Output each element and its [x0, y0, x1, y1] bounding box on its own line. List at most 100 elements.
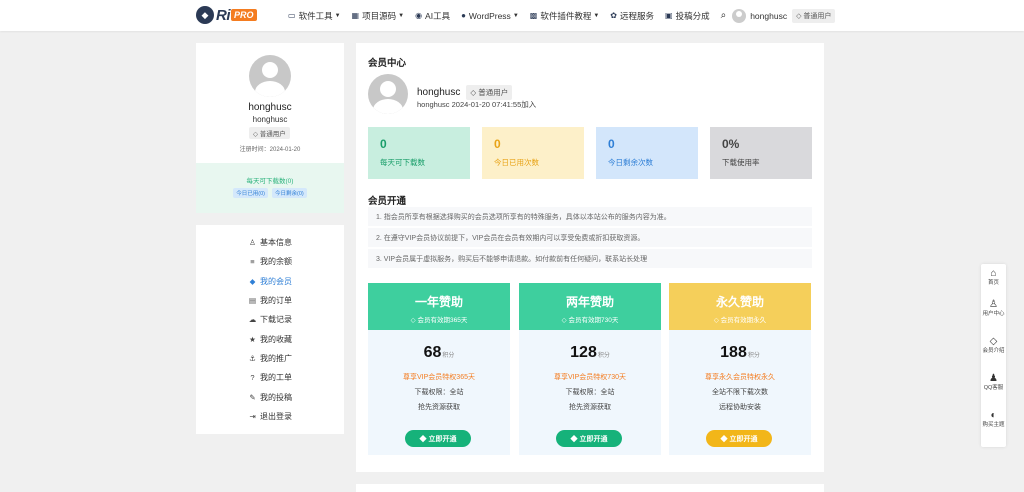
sidebar-item-balance[interactable]: ≡ 我的余额: [196, 252, 344, 271]
plan-price-value: 68: [423, 344, 442, 361]
profile-avatar: [249, 55, 291, 97]
top-header: ◆ Ri PRO ▭ 软件工具 ▼ ▦ 项目源码 ▼ ◉ AI工具 ● Word…: [0, 0, 1024, 31]
plan-feature: 抢先资源获取: [569, 404, 611, 411]
plan-price: 188积分: [669, 344, 811, 362]
float-item-qq-support[interactable]: ♟ QQ客服: [981, 373, 1006, 392]
float-item-label: 用户中心: [982, 311, 1005, 317]
plan-price-value: 128: [570, 344, 597, 361]
sidebar-item-tickets[interactable]: ? 我的工单: [196, 368, 344, 387]
user-menu: ♙ 基本信息 ≡ 我的余额 ◆ 我的会员 ▤ 我的订单 ☁ 下载记录 ★ 我的收藏 ⚓ 我的推广? 我的工单…: [196, 225, 344, 434]
edit-icon: ✎: [249, 392, 256, 402]
open-membership-button[interactable]: ◆ 立即开通: [706, 430, 772, 447]
stat-used-today: 0 今日已用次数: [482, 127, 584, 179]
float-item-member-intro[interactable]: ◇ 会员介绍: [981, 336, 1006, 355]
plan-price-unit: 积分: [747, 353, 760, 359]
chevron-down-icon: ▼: [398, 12, 405, 19]
plan-price-value: 188: [720, 344, 747, 361]
plan-highlight: 尊享VIP会员特权730天: [554, 374, 626, 381]
nav-item-source-code[interactable]: ▦ 项目源码 ▼: [352, 10, 405, 22]
sidebar-item-logout[interactable]: ⇥ 退出登录: [196, 407, 344, 426]
sidebar-item-submissions[interactable]: ✎ 我的投稿: [196, 387, 344, 406]
sidebar-item-favorites[interactable]: ★ 我的收藏: [196, 329, 344, 348]
nav-item-software-tools[interactable]: ▭ 软件工具 ▼: [288, 10, 341, 22]
sidebar-item-promotion[interactable]: ⚓ 我的推广: [196, 349, 344, 368]
plan-highlight: 尊享永久会员特权永久: [705, 374, 775, 381]
chevron-down-icon: ▼: [512, 12, 519, 19]
stat-remaining-today: 0 今日剩余次数: [596, 127, 698, 179]
plan-one-year: 一年赞助 ◇ 会员有效期365天 68积分 尊享VIP会员特权365天 下载权限…: [368, 283, 510, 455]
profile-register-date: 注册时间：2024-01-20: [239, 147, 301, 153]
nav-label: 远程服务: [620, 10, 655, 21]
plan-validity: ◇ 会员有效期永久: [713, 317, 767, 324]
ai-icon: ◉: [415, 11, 423, 20]
diamond-icon: ◆: [249, 276, 256, 286]
stat-value: 0: [494, 137, 501, 151]
stat-label: 下载使用率: [722, 158, 760, 167]
sidebar-item-label: 我的投稿: [260, 392, 292, 402]
nav-item-plugin-tutorials[interactable]: ▩ 软件插件教程 ▼: [530, 10, 600, 22]
sidebar-item-label: 我的订单: [260, 296, 292, 306]
float-item-buy-theme[interactable]: ◐ 购买主题: [981, 410, 1006, 429]
float-item-home[interactable]: ⌂ 首页: [981, 268, 1006, 287]
avatar[interactable]: [732, 8, 747, 23]
plan-price-unit: 积分: [442, 353, 455, 359]
used-today-tag: 今日已用(0): [233, 188, 268, 198]
nav-label: 项目源码: [362, 10, 397, 21]
home-icon: ⌂: [990, 268, 997, 279]
member-avatar: [368, 74, 408, 114]
member-open-title: 会员开通: [368, 196, 407, 207]
plugin-icon: ▩: [529, 11, 538, 20]
submission-icon: ▣: [665, 11, 673, 20]
stat-label: 今日已用次数: [494, 158, 539, 167]
stat-usage-rate: 0% 下载使用率: [710, 127, 812, 179]
nav-item-remote-service[interactable]: ✿ 远程服务: [610, 10, 654, 22]
open-membership-button[interactable]: ◆ 立即开通: [556, 430, 622, 447]
stat-value: 0%: [722, 137, 740, 151]
plan-price: 68积分: [368, 344, 510, 362]
stat-label: 每天可下载数: [380, 158, 425, 167]
download-quota-box: 每天可下载数(0) 今日已用(0) 今日剩余(0): [196, 163, 344, 213]
user-icon: ♙: [989, 299, 998, 310]
plan-header: 两年赞助 ◇ 会员有效期730天: [519, 283, 661, 330]
sidebar-item-orders[interactable]: ▤ 我的订单: [196, 291, 344, 310]
logo-gem-icon: ◆: [196, 6, 214, 24]
nav-item-submission[interactable]: ▣ 投稿分成: [665, 10, 710, 22]
plan-title: 两年赞助: [565, 295, 614, 309]
logo-text: Ri: [216, 6, 231, 24]
open-membership-button[interactable]: ◆ 立即开通: [405, 430, 471, 447]
site-logo[interactable]: ◆ Ri PRO: [196, 6, 257, 24]
theme-icon: ◐: [990, 410, 997, 421]
daily-download-count: 每天可下载数(0): [246, 178, 294, 185]
profile-card: honghusc honghusc ◇ 普通用户 注册时间：2024-01-20…: [196, 43, 344, 213]
float-item-label: 会员介绍: [982, 348, 1005, 354]
sidebar-item-label: 我的会员: [260, 276, 292, 286]
wallet-icon: ≡: [250, 257, 255, 267]
stat-daily-downloads: 0 每天可下载数: [368, 127, 470, 179]
main-nav: ▭ 软件工具 ▼ ▦ 项目源码 ▼ ◉ AI工具 ● WordPress ▼ ▩…: [288, 0, 836, 31]
header-username[interactable]: honghusc: [750, 11, 787, 21]
code-icon: ▦: [351, 11, 360, 20]
plan-price-unit: 积分: [597, 353, 610, 359]
nav-item-wordpress[interactable]: ● WordPress ▼: [461, 11, 519, 21]
sidebar-item-downloads[interactable]: ☁ 下载记录: [196, 310, 344, 329]
profile-name: honghusc: [248, 102, 292, 113]
stat-label: 今日剩余次数: [608, 158, 653, 167]
nav-label: 投稿分成: [675, 10, 710, 21]
sidebar-item-label: 退出登录: [260, 411, 292, 421]
notice-item: 3. VIP会员属于虚拟服务，购买后不能够申请退款。如付款前有任何疑问，联系站长…: [368, 249, 812, 268]
stat-value: 0: [608, 137, 615, 151]
remaining-today-tag: 今日剩余(0): [272, 188, 307, 198]
nav-item-ai-tools[interactable]: ◉ AI工具: [415, 10, 450, 22]
plan-validity: ◇ 会员有效期365天: [410, 317, 468, 324]
float-item-user-center[interactable]: ♙ 用户中心: [981, 299, 1006, 318]
nav-label: 软件插件教程: [540, 10, 592, 21]
search-icon[interactable]: ⌕: [721, 10, 727, 21]
sidebar-item-basic-info[interactable]: ♙ 基本信息: [196, 233, 344, 252]
diamond-icon: ◇: [989, 336, 998, 347]
sidebar-item-membership[interactable]: ◆ 我的会员: [196, 272, 344, 291]
plan-highlight: 尊享VIP会员特权365天: [403, 374, 475, 381]
member-center-title: 会员中心: [368, 58, 407, 69]
member-level-badge: ◇ 普通用户: [466, 85, 513, 100]
plan-title: 永久赞助: [715, 295, 764, 309]
user-icon: ♙: [249, 238, 256, 248]
